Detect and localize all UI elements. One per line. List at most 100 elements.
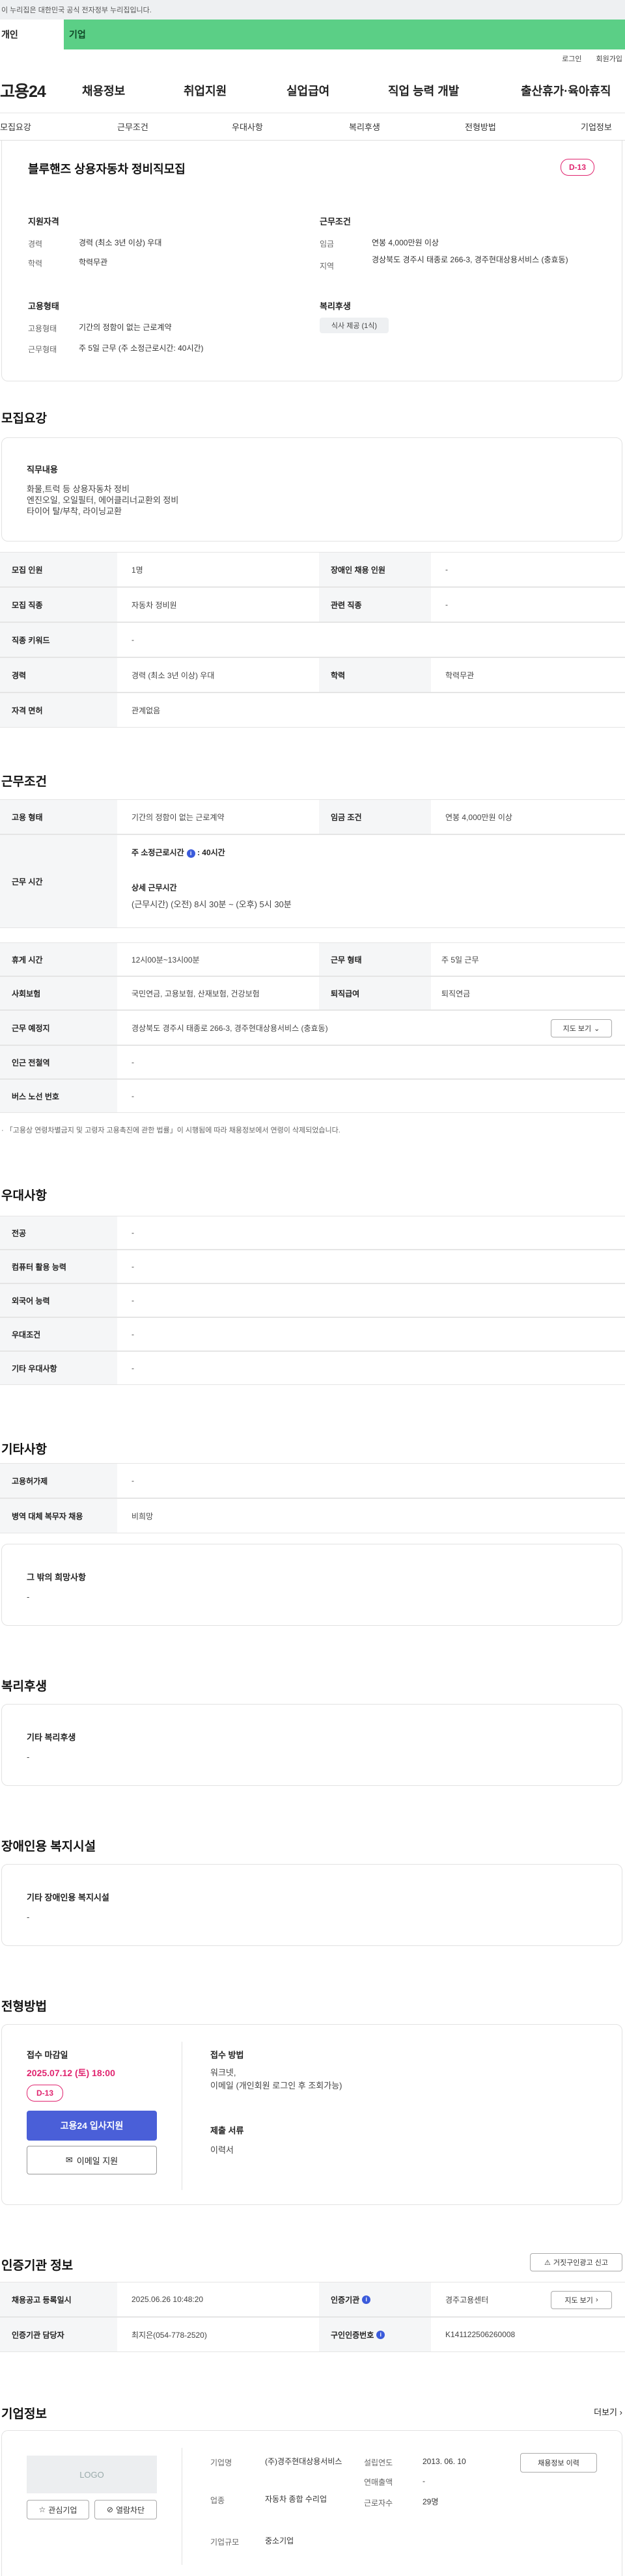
gnb-item-jobs[interactable]: 채용정보 xyxy=(82,82,125,99)
subnav-recruit[interactable]: 모집요강 xyxy=(0,120,31,133)
row-label: 컴퓨터 활용 능력 xyxy=(0,1250,117,1283)
row-label: 모집 인원 xyxy=(0,553,117,586)
subnav-welfare[interactable]: 복리후생 xyxy=(349,120,380,133)
row-label-text: 구인인증번호 xyxy=(331,2330,374,2340)
report-button-label: 거짓구인광고 신고 xyxy=(553,2259,608,2267)
gnb-item-leave[interactable]: 출산휴가·육아휴직 xyxy=(521,82,611,99)
section-subnav: 모집요강 근무조건 우대사항 복리후생 전형방법 기업정보 xyxy=(0,113,625,141)
apply-button[interactable]: 고용24 입사지원 xyxy=(27,2111,157,2141)
report-icon: ⚠ xyxy=(544,2258,551,2267)
gnb-item-skills[interactable]: 직업 능력 개발 xyxy=(388,82,459,99)
row-label: 직종 키워드 xyxy=(0,623,117,657)
info-icon[interactable]: i xyxy=(362,2295,371,2304)
map-button[interactable]: 지도 보기 ⌄ xyxy=(551,1019,612,1037)
subnav-company[interactable]: 기업정보 xyxy=(581,120,612,133)
info-icon[interactable]: i xyxy=(186,849,195,858)
row-label: 근무 시간 xyxy=(0,835,117,927)
row-label: 기타 우대사항 xyxy=(0,1352,117,1384)
tab-personal[interactable]: 개인 xyxy=(0,20,64,49)
established-label: 설립연도 xyxy=(364,2458,393,2467)
join-link[interactable]: 회원가입 xyxy=(596,53,622,64)
welfare-heading: 복리후생 xyxy=(320,301,351,311)
emp-heading: 고용형태 xyxy=(28,301,59,311)
row-value: - xyxy=(445,565,448,574)
row-label: 근무 예정지 xyxy=(0,1011,117,1045)
block-icon: ⊘ xyxy=(106,2505,113,2514)
subnav-method[interactable]: 전형방법 xyxy=(465,120,496,133)
docs-text: 이력서 xyxy=(210,2145,234,2155)
welfare-box-heading: 기타 복리후생 xyxy=(27,1733,76,1742)
row-value: - xyxy=(132,1330,134,1339)
company-name-value: (주)경주현대상용서비스 xyxy=(265,2457,342,2466)
wage-label: 임금 xyxy=(320,240,335,249)
table-row-location: 근무 예정지 경상북도 경주시 태종로 266-3, 경주현대상용서비스 (충효… xyxy=(0,1010,625,1045)
favorite-label: 관심기업 xyxy=(48,2505,77,2515)
recruit-history-button[interactable]: 채용정보 이력 xyxy=(520,2453,597,2473)
row-value: - xyxy=(132,1091,134,1101)
table-row: 직종 키워드 - xyxy=(0,622,625,657)
row-value: 12시00분~13시00분 xyxy=(132,955,200,965)
row-label: 고용허가제 xyxy=(0,1464,117,1498)
subnav-preference[interactable]: 우대사항 xyxy=(232,120,263,133)
cond-heading: 근무조건 xyxy=(320,217,351,226)
tab-biz[interactable]: 기업 xyxy=(64,20,625,49)
table-row: 모집 인원 1명 장애인 채용 인원 - xyxy=(0,552,625,587)
agency-section-title: 인증기관 정보 xyxy=(1,2259,74,2273)
employees-value: 29명 xyxy=(423,2497,439,2506)
area-label: 지역 xyxy=(320,262,335,271)
method-text: 워크넷, 이메일 (개인회원 로그인 후 조회가능) xyxy=(210,2068,342,2090)
report-button[interactable]: ⚠ 거짓구인광고 신고 xyxy=(530,2253,622,2271)
row-value: - xyxy=(132,1228,134,1237)
info-icon[interactable]: i xyxy=(376,2330,385,2339)
hours-detail-value: (근무시간) (오전) 8시 30분 ~ (오후) 5시 30분 xyxy=(132,899,292,909)
subnav-condition[interactable]: 근무조건 xyxy=(117,120,148,133)
row-value: - xyxy=(132,1058,134,1067)
global-nav: 고용24 채용정보 취업지원 실업급여 직업 능력 개발 출산휴가·육아휴직 xyxy=(0,68,625,113)
block-button[interactable]: ⊘ 열람차단 xyxy=(94,2500,157,2519)
table-row: 우대조건 - xyxy=(0,1317,625,1351)
hours-detail-label: 상세 근무시간 xyxy=(132,883,177,892)
company-box: LOGO ☆ 관심기업 ⊘ 열람차단 기업명 (주)경주현대상용서비스 업종 자동차… xyxy=(1,2430,622,2576)
row-value: 최지은(054-778-2520) xyxy=(132,2330,207,2340)
employees-label: 근로자수 xyxy=(364,2499,393,2508)
row-label: 구인인증번호 i xyxy=(319,2318,431,2351)
email-apply-button[interactable]: ✉ 이메일 지원 xyxy=(27,2146,157,2174)
row-label: 인근 전철역 xyxy=(0,1046,117,1078)
company-size-label: 기업규모 xyxy=(210,2538,240,2547)
welfare-chip: 식사 제공 (1식) xyxy=(320,318,389,333)
emp-type-label: 고용형태 xyxy=(28,324,57,333)
row-label: 장애인 채용 인원 xyxy=(319,553,431,586)
star-icon: ☆ xyxy=(38,2505,46,2514)
row-value: 퇴직연금 xyxy=(441,989,471,998)
company-more-link[interactable]: 더보기 › xyxy=(594,2405,622,2418)
chevron-right-icon: › xyxy=(595,2296,598,2304)
row-value: 2025.06.26 10:48:20 xyxy=(132,2295,204,2304)
row-value: - xyxy=(132,1296,134,1305)
favorite-button[interactable]: ☆ 관심기업 xyxy=(27,2500,89,2519)
method-box: 접수 마감일 2025.07.12 (토) 18:00 D-13 고용24 입사… xyxy=(1,2024,622,2205)
sales-label: 연매출액 xyxy=(364,2478,393,2487)
table-row: 고용허가제 - xyxy=(0,1463,625,1498)
user-tabs: 개인 기업 xyxy=(0,20,625,49)
gnb-item-unemployment-benefit[interactable]: 실업급여 xyxy=(286,82,329,99)
gnb-item-employment-support[interactable]: 취업지원 xyxy=(184,82,227,99)
disabled-section-title: 장애인용 복지시설 xyxy=(1,1840,96,1854)
row-label: 사회보험 xyxy=(0,977,117,1009)
row-label: 근무 형태 xyxy=(319,943,431,976)
area-value: 경상북도 경주시 태종로 266-3, 경주현대상용서비스 (충효동) xyxy=(372,255,568,264)
table-row: 인증기관 담당자 최지은(054-778-2520) 구인인증번호 i K1411… xyxy=(0,2317,625,2352)
site-logo[interactable]: 고용24 xyxy=(0,79,46,102)
row-label-text: 인증기관 xyxy=(331,2295,360,2305)
hours-weekly-value: 40시간 xyxy=(202,848,225,857)
map-button-label: 지도 보기 xyxy=(564,2297,593,2305)
row-value: 1명 xyxy=(132,565,143,575)
row-value: 관계없음 xyxy=(132,706,161,715)
row-label: 병역 대체 복무자 채용 xyxy=(0,1499,117,1533)
welfare-box-text: - xyxy=(27,1752,30,1762)
agency-map-button[interactable]: 지도 보기 › xyxy=(551,2291,612,2309)
row-label: 관련 직종 xyxy=(319,588,431,622)
chevron-down-icon: ⌄ xyxy=(594,1024,600,1033)
row-label: 모집 직종 xyxy=(0,588,117,622)
hours-weekly: 주 소정근로시간 i : 40시간 xyxy=(132,848,225,858)
login-link[interactable]: 로그인 xyxy=(562,53,581,64)
